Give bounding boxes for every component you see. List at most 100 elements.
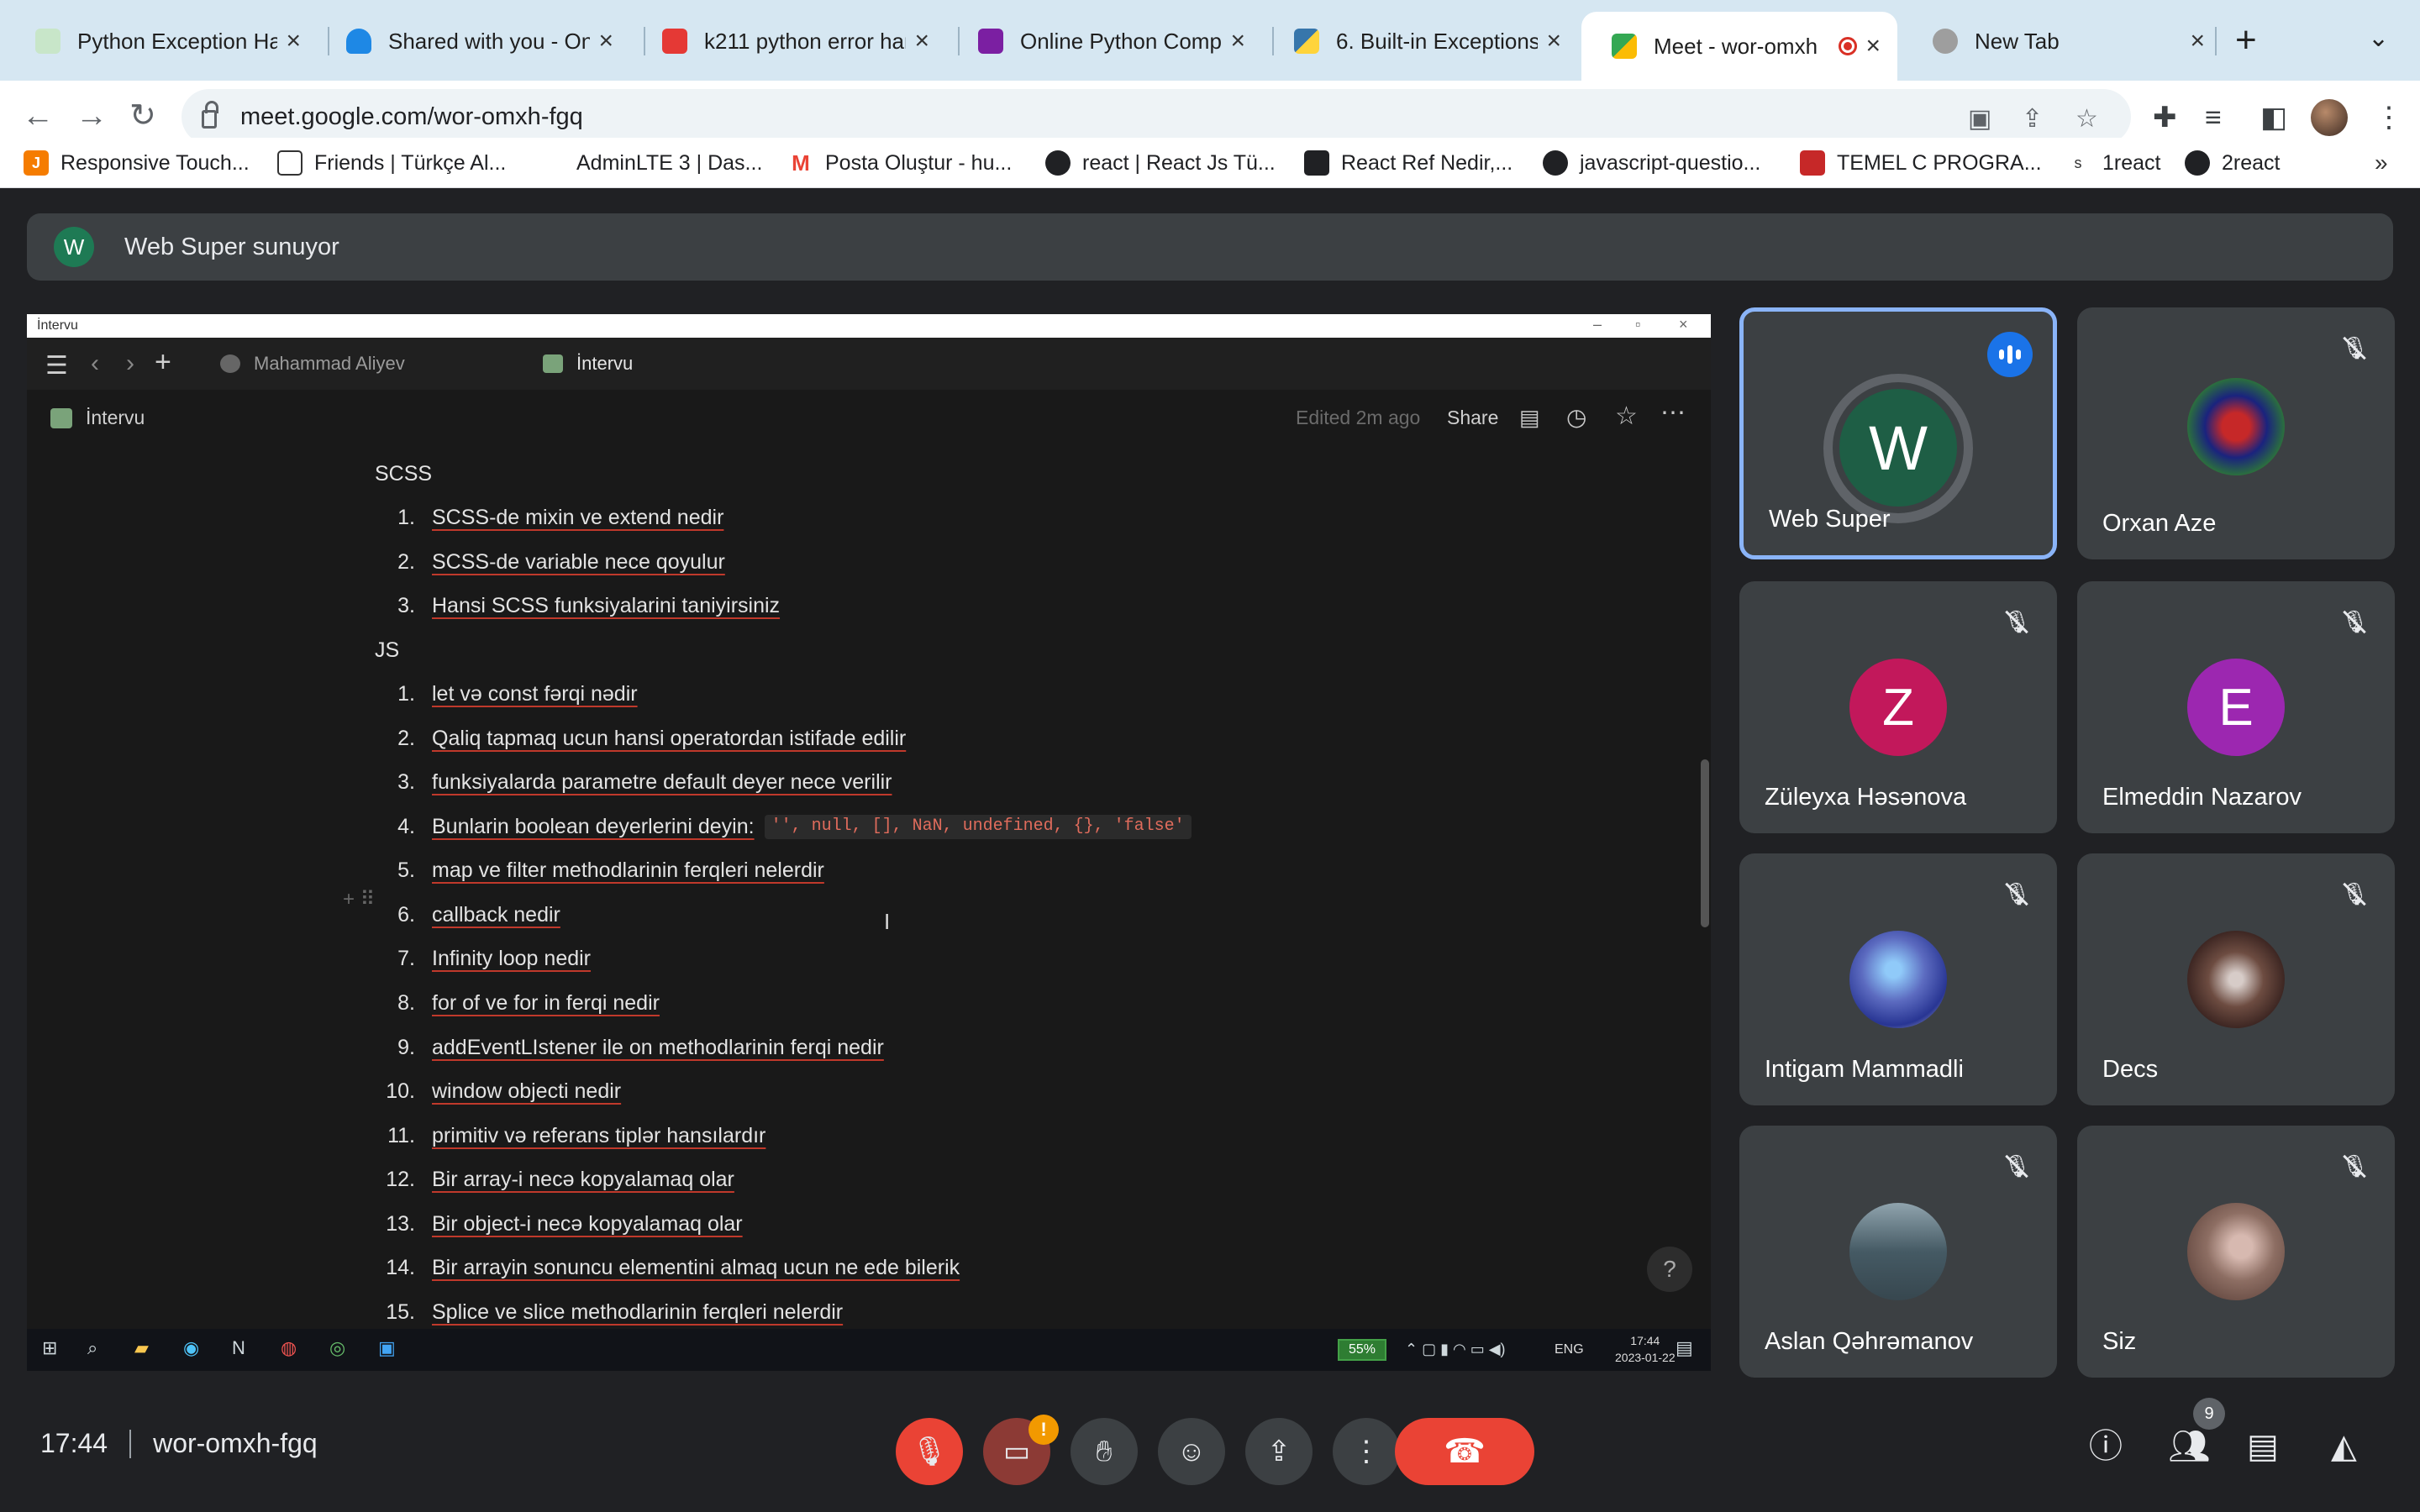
gmail-icon: M <box>788 150 813 176</box>
menu-icon: ☰ <box>45 352 68 380</box>
browser-tab[interactable]: 6. Built-in Exceptions × <box>1264 17 1578 66</box>
bookmark-item[interactable]: react | React Js Tü... <box>1045 146 1276 180</box>
browser-tab[interactable]: k211 python error han × <box>632 17 946 66</box>
raise-hand-button[interactable]: ✋︎ <box>1071 1418 1138 1485</box>
bookmarks-overflow-icon[interactable]: » <box>2375 150 2388 176</box>
window-title: İntervu <box>37 318 78 333</box>
list-item: 3. Hansi SCSS funksiyalarini taniyirsiniz <box>397 594 781 617</box>
bookmark-item[interactable]: AdminLTE 3 | Das... <box>576 146 762 180</box>
share-icon[interactable]: ⇪ <box>2022 104 2043 134</box>
new-tab-icon[interactable]: + <box>2235 22 2257 59</box>
tv-icon <box>277 150 302 176</box>
back-icon[interactable]: ← <box>22 99 54 133</box>
tab-close-icon[interactable]: × <box>914 27 929 55</box>
python-icon <box>1294 29 1319 54</box>
side-panel-icon[interactable]: ◧ <box>2260 101 2287 134</box>
github-icon <box>1543 150 1568 176</box>
activities-icon[interactable]: ◭ <box>2331 1428 2357 1465</box>
folder-icon: ▰ <box>134 1337 149 1358</box>
notion-tab-bar: ☰ ‹ › + Mahammad Aliyev İntervu <box>27 338 1711 390</box>
participant-tile[interactable]: 🎙︎ Intigam Mammadli <box>1739 853 2057 1105</box>
list-item: 11. primitiv və referans tiplər hansılard… <box>387 1124 766 1147</box>
participant-tile[interactable]: 🎙︎ Orxan Aze <box>2077 307 2395 559</box>
tab-favicon-icon <box>35 29 60 54</box>
tab-close-icon[interactable]: × <box>286 27 301 55</box>
participant-tile[interactable]: 🎙︎ Aslan Qəhrəmanov <box>1739 1126 2057 1378</box>
more-horiz-icon: ⋯ <box>1660 399 1686 427</box>
tab-close-icon[interactable]: × <box>1230 27 1245 55</box>
participant-tile[interactable]: Z 🎙︎ Züleyxa Həsənova <box>1739 581 2057 833</box>
bookmark-favicon-icon: J <box>24 150 49 176</box>
code-snippet: '', null, [], NaN, undefined, {}, 'false… <box>764 815 1192 839</box>
participant-name: Elmeddin Nazarov <box>2102 784 2302 811</box>
participant-name: Siz <box>2102 1328 2137 1355</box>
browser-tab-strip: Python Exception Har × Shared with you -… <box>0 0 2420 81</box>
search-icon: ⌕ <box>87 1337 98 1358</box>
language-indicator: ENG <box>1555 1342 1584 1357</box>
breadcrumb: İntervu <box>50 407 145 429</box>
window-title-bar: İntervu – ▫ × <box>27 314 1711 338</box>
bookmark-item[interactable]: M Posta Oluştur - hu... <box>788 146 1012 180</box>
scrollbar <box>1701 759 1709 927</box>
more-vert-icon: ⋮ <box>1352 1436 1381 1467</box>
bookmark-item[interactable]: Friends | Türkçe Al... <box>277 146 506 180</box>
forward-icon[interactable]: → <box>76 99 108 133</box>
bookmark-item[interactable]: 2react <box>2185 146 2280 180</box>
chevron-down-icon[interactable]: ⌄ <box>2368 24 2389 53</box>
browser-tab[interactable]: Shared with you - One × <box>316 17 630 66</box>
tab-close-icon[interactable]: × <box>1546 27 1561 55</box>
people-count-badge: 9 <box>2193 1398 2225 1430</box>
chat-icon[interactable]: ▤ <box>2247 1428 2279 1465</box>
globe-icon <box>1045 150 1071 176</box>
bookmark-item[interactable]: J Responsive Touch... <box>24 146 250 180</box>
list-item: 12. Bir array-i necə kopyalamaq olar <box>386 1168 734 1191</box>
media-control-icon[interactable]: ≡ <box>2205 101 2222 134</box>
present-button[interactable]: ⇪ <box>1245 1418 1313 1485</box>
people-icon[interactable]: 👥︎ <box>2168 1428 2211 1465</box>
shared-screen: İntervu – ▫ × ☰ ‹ › + Mahammad Aliyev İn… <box>27 314 1711 1371</box>
avatar-photo <box>2187 931 2285 1028</box>
participant-tile[interactable]: E 🎙︎ Elmeddin Nazarov <box>2077 581 2395 833</box>
tab-close-icon[interactable]: × <box>2190 27 2205 55</box>
profile-avatar[interactable] <box>2311 99 2348 136</box>
tab-close-icon[interactable]: × <box>598 27 613 55</box>
browser-tab[interactable]: Python Exception Har × <box>5 17 318 66</box>
drag-handle-icon: + ⠿ <box>343 888 376 911</box>
mic-off-icon: 🎙︎ <box>911 1436 948 1467</box>
list-item: 1. let və const fərqi nədir <box>397 682 638 706</box>
reactions-button[interactable]: ☺ <box>1158 1418 1225 1485</box>
extensions-icon[interactable]: ✚ <box>2153 101 2177 134</box>
participant-tile[interactable]: 🎙︎ Decs <box>2077 853 2395 1105</box>
bookmark-item[interactable]: TEMEL C PROGRA... <box>1800 146 2042 180</box>
bookmark-item[interactable]: javascript-questio... <box>1543 146 1760 180</box>
avatar: Z <box>1849 659 1947 756</box>
avatar-photo <box>2187 1203 2285 1300</box>
browser-tab[interactable]: Online Python Compil × <box>948 17 1262 66</box>
tab-close-icon[interactable]: × <box>1865 32 1881 60</box>
camera-blocked-icon[interactable]: ▣ <box>1968 104 1991 134</box>
participant-tile[interactable]: W Web Super <box>1739 307 2057 559</box>
video-icon <box>1304 150 1329 176</box>
divider <box>129 1429 132 1458</box>
zoom-icon: ▣ <box>378 1337 396 1358</box>
emoji-icon: ☺ <box>1176 1435 1207 1467</box>
bookmark-star-icon[interactable]: ☆ <box>2075 104 2098 134</box>
section-heading: SCSS <box>375 462 433 486</box>
info-icon[interactable]: ⓘ <box>2089 1428 2123 1465</box>
participant-tile[interactable]: 🎙︎ Siz <box>2077 1126 2395 1378</box>
browser-tab-active[interactable]: Meet - wor-omxh × <box>1581 12 1897 81</box>
notion-icon: N <box>232 1337 245 1358</box>
bookmark-item[interactable]: s 1react <box>2065 146 2160 180</box>
more-vert-icon[interactable]: ⋮ <box>2375 101 2403 134</box>
lock-icon <box>202 101 218 129</box>
more-options-button[interactable]: ⋮ <box>1333 1418 1400 1485</box>
participant-name: Züleyxa Həsənova <box>1765 784 1967 811</box>
avatar-photo <box>1849 931 1947 1028</box>
bookmark-item[interactable]: React Ref Nedir,... <box>1304 146 1512 180</box>
list-item: 3. funksiyalarda parametre default deyer … <box>397 770 892 794</box>
address-bar[interactable]: meet.google.com/wor-omxh-fgq ▣ ⇪ ☆ <box>182 89 2131 144</box>
reload-icon[interactable]: ↻ <box>129 99 156 133</box>
browser-tab[interactable]: New Tab × <box>1902 17 2222 66</box>
leave-call-button[interactable]: ☎︎ <box>1395 1418 1534 1485</box>
mic-toggle-button[interactable]: 🎙︎ <box>896 1418 963 1485</box>
